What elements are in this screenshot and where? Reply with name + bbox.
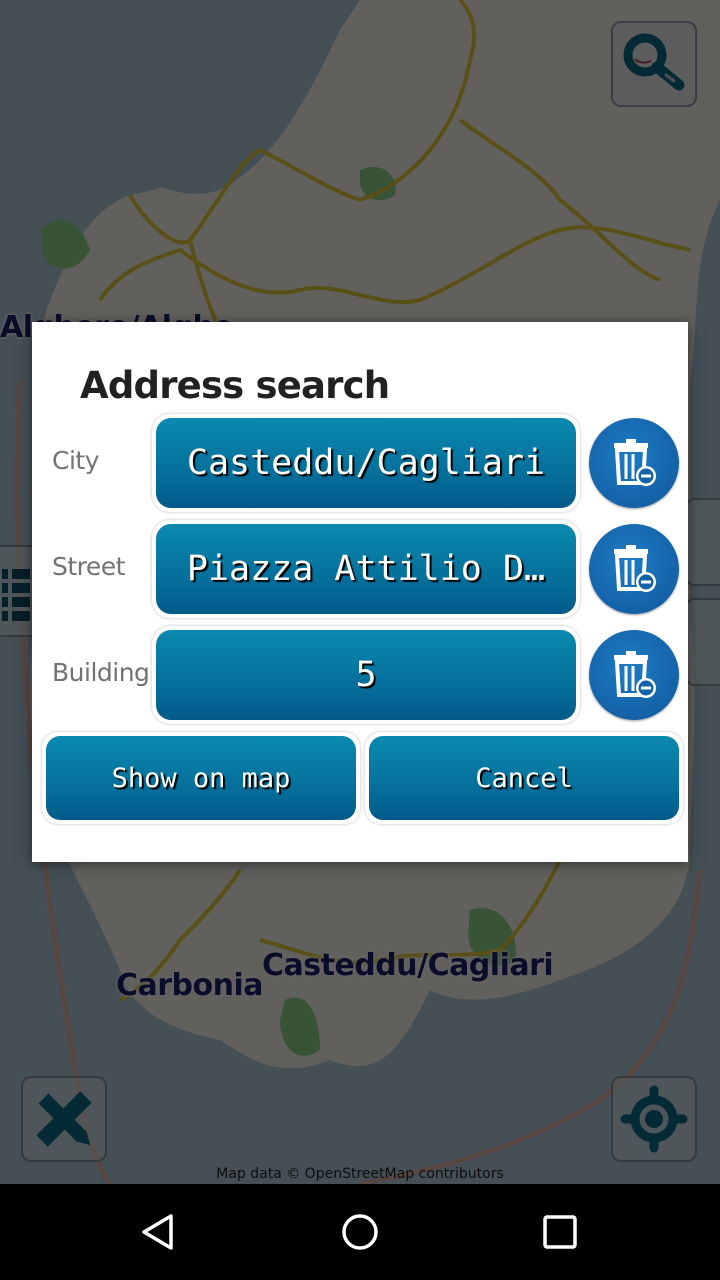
- show-on-map-label: Show on map: [111, 762, 291, 794]
- address-search-dialog: Address search City Casteddu/Cagliari St…: [32, 322, 688, 862]
- trash-minus-icon: [614, 545, 656, 592]
- street-field[interactable]: Piazza Attilio D…: [152, 520, 580, 618]
- system-navigation-bar: [0, 1184, 720, 1280]
- city-label: City: [52, 446, 100, 475]
- city-value: Casteddu/Cagliari: [186, 443, 546, 483]
- building-field[interactable]: 5: [152, 626, 580, 724]
- back-button[interactable]: [100, 1184, 220, 1280]
- trash-minus-icon: [614, 439, 656, 486]
- home-icon: [342, 1214, 378, 1250]
- clear-city-button[interactable]: [589, 418, 679, 508]
- cancel-label: Cancel: [475, 762, 573, 794]
- recents-button[interactable]: [500, 1184, 620, 1280]
- show-on-map-button[interactable]: Show on map: [42, 732, 360, 824]
- building-value: 5: [355, 655, 377, 695]
- city-row: City Casteddu/Cagliari: [32, 414, 688, 514]
- dialog-title: Address search: [80, 364, 390, 407]
- recents-icon: [543, 1215, 577, 1249]
- cancel-button[interactable]: Cancel: [365, 732, 683, 824]
- clear-street-button[interactable]: [589, 524, 679, 614]
- back-icon: [142, 1214, 173, 1250]
- street-value: Piazza Attilio D…: [186, 549, 546, 589]
- trash-minus-icon: [614, 651, 656, 698]
- building-label: Building: [52, 658, 150, 687]
- street-row: Street Piazza Attilio D…: [32, 520, 688, 620]
- building-row: Building 5: [32, 626, 688, 726]
- clear-building-button[interactable]: [589, 630, 679, 720]
- home-button[interactable]: [300, 1184, 420, 1280]
- city-field[interactable]: Casteddu/Cagliari: [152, 414, 580, 512]
- street-label: Street: [52, 552, 125, 581]
